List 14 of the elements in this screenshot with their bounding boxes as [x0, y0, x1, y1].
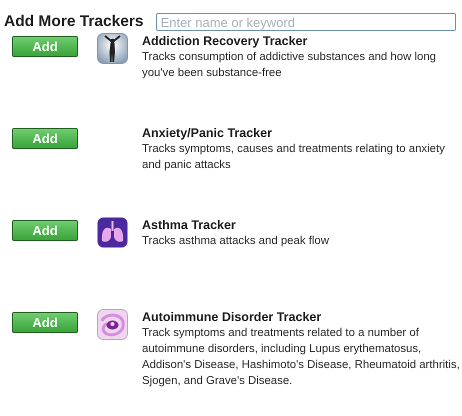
- tracker-name: Autoimmune Disorder Tracker: [142, 309, 322, 325]
- add-button[interactable]: Add: [12, 220, 78, 241]
- tracker-description: Tracks asthma attacks and peak flow: [142, 234, 330, 249]
- search-field[interactable]: Enter name or keyword: [156, 13, 456, 31]
- tracker-description: Track symptoms and treatments related to a number of autoimmune disorders, including Lupus erythematosus, Addison's Disease, Hashimoto's Disease, Rheumatoid arthritis, Sjogen, and Grave's Disease.: [142, 326, 460, 389]
- tracker-name: Addiction Recovery Tracker: [142, 33, 308, 49]
- add-button[interactable]: Add: [12, 312, 78, 333]
- page-title: Add More Trackers: [4, 13, 144, 31]
- tracker-description: Tracks symptoms, causes and treatments relating to anxiety and panic attacks: [142, 142, 446, 173]
- tracker-description: Tracks consumption of addictive substances and how long you've been substance-free: [142, 50, 437, 81]
- tracker-name: Anxiety/Panic Tracker: [142, 125, 273, 141]
- add-button[interactable]: Add: [12, 128, 78, 149]
- add-button[interactable]: Add: [12, 36, 78, 57]
- tracker-name: Asthma Tracker: [142, 217, 237, 233]
